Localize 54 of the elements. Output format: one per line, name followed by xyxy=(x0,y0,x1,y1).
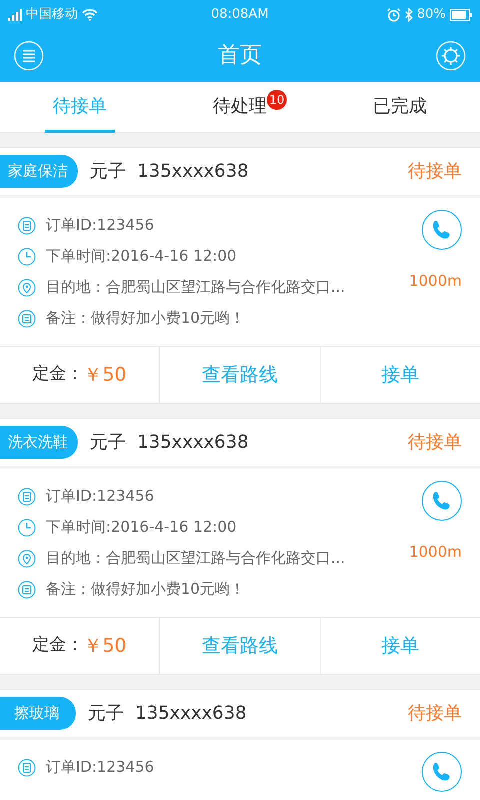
carrier-name: 中国移动 xyxy=(26,6,78,24)
order-status: 待接单 xyxy=(408,431,462,455)
view-route-button[interactable]: 查看路线 xyxy=(160,347,320,403)
accept-order-button[interactable]: 接单 xyxy=(320,347,480,403)
customer-name: 元子 135xxxx638 xyxy=(90,160,249,184)
alarm-icon xyxy=(387,8,402,22)
clock-icon xyxy=(18,248,36,266)
info-text: 订单ID:123456 xyxy=(46,757,154,778)
category-tag: 家庭保洁 xyxy=(0,155,78,188)
location-pin-icon xyxy=(18,550,36,568)
info-text: 目的地：合肥蜀山区望江路与合作化路交口... xyxy=(46,548,346,570)
view-route-button[interactable]: 查看路线 xyxy=(160,618,320,674)
call-button[interactable] xyxy=(422,210,462,250)
tab[interactable]: 待接单 xyxy=(45,82,115,133)
note-icon xyxy=(18,310,36,328)
note-icon xyxy=(18,580,36,598)
call-button[interactable] xyxy=(422,752,462,792)
customer-name: 元子 135xxxx638 xyxy=(90,431,249,455)
info-text: 订单ID:123456 xyxy=(46,215,154,236)
info-text: 下单时间:2016-4-16 12:00 xyxy=(46,517,237,538)
info-text: 订单ID:123456 xyxy=(46,486,154,508)
menu-icon[interactable] xyxy=(14,41,44,71)
deposit-label: 定金： xyxy=(32,363,84,386)
bluetooth-icon xyxy=(405,8,414,22)
clipboard-icon xyxy=(18,758,36,776)
clock-icon xyxy=(18,518,36,536)
clipboard-icon xyxy=(18,488,36,506)
info-text: 目的地：合肥蜀山区望江路与合作化路交口... xyxy=(46,277,346,298)
info-text: 备注：做得好加小费10元哟！ xyxy=(46,308,246,330)
info-text: 下单时间:2016-4-16 12:00 xyxy=(46,246,237,268)
clipboard-icon xyxy=(18,216,36,234)
deposit-amount: ￥50 xyxy=(84,362,127,388)
deposit-label: 定金： xyxy=(32,634,84,658)
location-pin-icon xyxy=(18,278,36,296)
battery-percent: 80% xyxy=(417,6,446,24)
category-tag: 洗衣洗鞋 xyxy=(0,426,78,459)
deposit-amount: ￥50 xyxy=(84,634,127,659)
category-tag: 擦玻璃 xyxy=(0,697,76,730)
order-status: 待接单 xyxy=(408,702,462,726)
call-button[interactable] xyxy=(422,481,462,521)
wifi-icon xyxy=(82,9,98,21)
customer-name: 元子 135xxxx638 xyxy=(88,702,247,726)
distance-text: 1000m xyxy=(409,271,462,292)
count-badge: 10 xyxy=(267,90,287,110)
accept-order-button[interactable]: 接单 xyxy=(320,618,480,674)
settings-icon[interactable] xyxy=(436,41,466,71)
info-text: 备注：做得好加小费10元哟！ xyxy=(46,579,246,600)
order-status: 待接单 xyxy=(408,160,462,184)
tab[interactable]: 已完成 xyxy=(365,82,435,133)
page-title: 首页 xyxy=(218,42,262,70)
distance-text: 1000m xyxy=(409,542,462,563)
battery-icon xyxy=(450,9,472,21)
signal-icon xyxy=(8,9,22,21)
clock-time: 08:08AM xyxy=(211,6,269,24)
